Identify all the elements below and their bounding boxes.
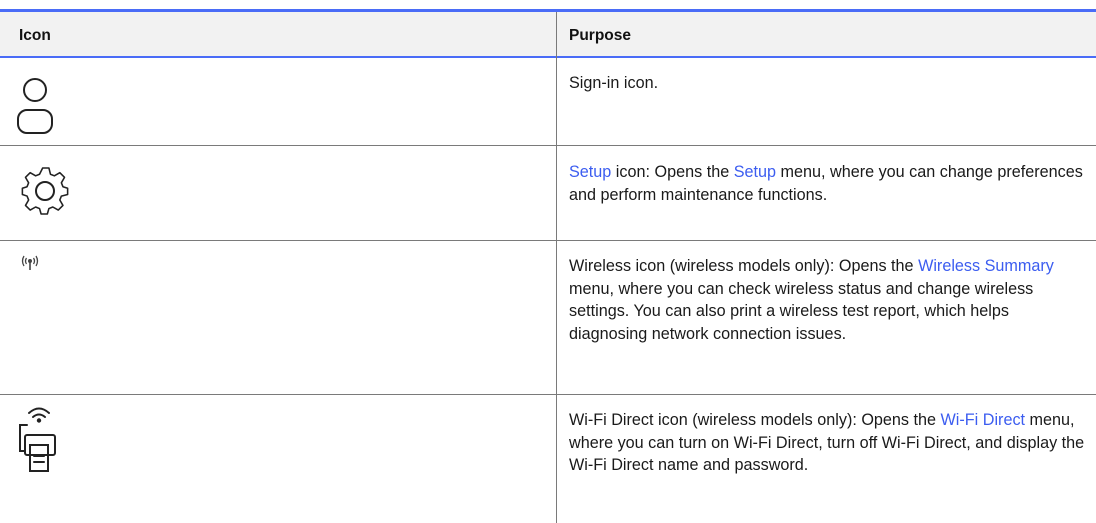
table-row: Setup icon: Opens the Setup menu, where …: [0, 146, 1096, 241]
wireless-icon: [20, 255, 40, 273]
setup-menu-link[interactable]: Setup: [734, 163, 776, 181]
table-header-row: Icon Purpose: [0, 12, 1096, 58]
wifi-direct-link[interactable]: Wi-Fi Direct: [941, 411, 1026, 429]
purpose-text-part: Wireless icon (wireless models only): Op…: [569, 257, 919, 275]
table-row: Sign-in icon.: [0, 58, 1096, 146]
wireless-summary-link[interactable]: Wireless Summary: [918, 257, 1054, 275]
setup-link[interactable]: Setup: [569, 163, 611, 181]
table-row: Wireless icon (wireless models only): Op…: [0, 241, 1096, 395]
purpose-text: Wireless icon (wireless models only): Op…: [569, 255, 1091, 345]
sign-in-icon: [17, 77, 53, 135]
table-row: Wi-Fi Direct icon (wireless models only)…: [0, 395, 1096, 523]
wifi-direct-icon: [18, 405, 58, 475]
gear-icon: [17, 163, 73, 219]
header-purpose: Purpose: [569, 27, 632, 44]
purpose-text: Setup icon: Opens the Setup menu, where …: [569, 161, 1091, 206]
purpose-text-part: icon: Opens the: [611, 163, 734, 181]
purpose-text: Sign-in icon.: [569, 72, 1091, 95]
purpose-text: Wi-Fi Direct icon (wireless models only)…: [569, 409, 1091, 477]
header-icon: Icon: [19, 27, 51, 44]
purpose-text-part: menu, where you can check wireless statu…: [569, 279, 1034, 343]
purpose-text-part: Wi-Fi Direct icon (wireless models only)…: [569, 411, 941, 429]
purpose-text-part: Sign-in icon.: [569, 74, 659, 92]
